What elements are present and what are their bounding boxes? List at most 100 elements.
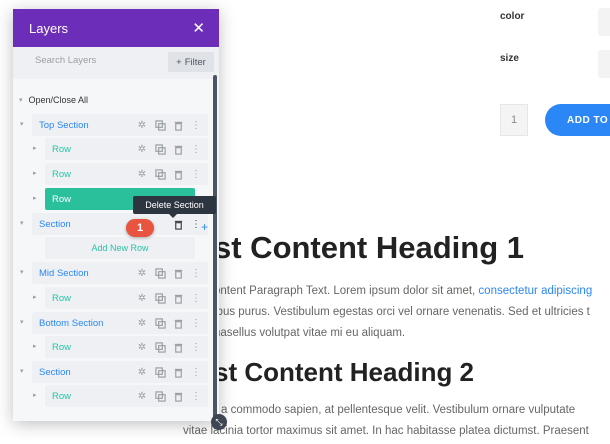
trash-icon[interactable] bbox=[172, 390, 184, 402]
settings-icon[interactable]: ✲ bbox=[136, 292, 148, 304]
trash-icon[interactable] bbox=[172, 292, 184, 304]
more-icon[interactable]: ⋮ bbox=[190, 366, 202, 378]
duplicate-icon[interactable] bbox=[154, 366, 166, 378]
panel-header: Layers ✕ bbox=[13, 9, 219, 47]
caret-down-icon[interactable]: ▾ bbox=[20, 268, 24, 276]
duplicate-icon[interactable] bbox=[154, 390, 166, 402]
settings-icon[interactable]: ✲ bbox=[136, 119, 148, 131]
caret-right-icon[interactable]: ▸ bbox=[33, 391, 37, 399]
more-icon[interactable]: ⋮ bbox=[190, 390, 202, 402]
trash-icon[interactable] bbox=[172, 143, 184, 155]
scrollbar[interactable] bbox=[213, 75, 217, 421]
trash-icon[interactable] bbox=[172, 341, 184, 353]
quantity-input[interactable]: 1 bbox=[500, 104, 528, 136]
post-heading-1: st Content Heading 1 bbox=[214, 230, 525, 265]
step-badge: 1 bbox=[126, 219, 154, 237]
trash-icon[interactable] bbox=[172, 366, 184, 378]
more-icon[interactable]: ⋮ bbox=[190, 143, 202, 155]
settings-icon[interactable]: ✲ bbox=[136, 390, 148, 402]
layer-section[interactable]: Bottom Section ✲ ⋮ bbox=[32, 312, 208, 334]
duplicate-icon[interactable] bbox=[154, 292, 166, 304]
add-to-cart-button[interactable]: ADD TO C bbox=[545, 104, 610, 136]
layer-section[interactable]: Section ✲ ⋮ bbox=[32, 361, 208, 383]
caret-right-icon[interactable]: ▸ bbox=[33, 144, 37, 152]
settings-icon[interactable]: ✲ bbox=[136, 366, 148, 378]
add-icon[interactable]: + bbox=[201, 220, 208, 234]
duplicate-icon[interactable] bbox=[154, 119, 166, 131]
more-icon[interactable]: ⋮ bbox=[190, 317, 202, 329]
settings-icon[interactable]: ✲ bbox=[136, 267, 148, 279]
layer-row[interactable]: Row ✲ ⋮ bbox=[45, 287, 208, 309]
duplicate-icon[interactable] bbox=[154, 143, 166, 155]
layer-label: Row bbox=[52, 341, 72, 353]
layer-label: Top Section bbox=[39, 119, 89, 131]
more-icon[interactable]: ⋮ bbox=[190, 341, 202, 353]
layer-row[interactable]: Row ✲ ⋮ bbox=[45, 138, 208, 160]
layer-label: Section bbox=[39, 366, 71, 378]
resize-handle-icon[interactable]: ⤡ bbox=[211, 414, 227, 430]
caret-right-icon[interactable]: ▸ bbox=[33, 169, 37, 177]
settings-icon[interactable]: ✲ bbox=[136, 168, 148, 180]
color-select[interactable] bbox=[598, 8, 610, 36]
layer-label: Mid Section bbox=[39, 267, 89, 279]
more-icon[interactable]: ⋮ bbox=[190, 119, 202, 131]
trash-icon[interactable] bbox=[172, 317, 184, 329]
paragraph-line: vitae lacinia tortor maximus sit amet. I… bbox=[183, 425, 589, 437]
panel-title: Layers bbox=[29, 20, 69, 36]
paragraph-line: ontent Paragraph Text. Lorem ipsum dolor… bbox=[214, 285, 593, 297]
caret-down-icon[interactable]: ▾ bbox=[20, 367, 24, 375]
size-select[interactable] bbox=[598, 50, 610, 78]
add-new-row-button[interactable]: Add New Row bbox=[45, 237, 195, 259]
layer-row[interactable]: Row ✲ ⋮ bbox=[45, 336, 208, 358]
filter-button[interactable]: + Filter bbox=[168, 52, 214, 72]
layer-label: Row bbox=[52, 390, 72, 402]
layer-label: Row bbox=[52, 143, 72, 155]
settings-icon[interactable]: ✲ bbox=[136, 317, 148, 329]
caret-right-icon[interactable]: ▸ bbox=[33, 293, 37, 301]
more-icon[interactable]: ⋮ bbox=[190, 267, 202, 279]
more-icon[interactable]: ⋮ bbox=[190, 292, 202, 304]
layer-section[interactable]: Top Section ✲ ⋮ bbox=[32, 114, 208, 136]
layer-section[interactable]: Section ⋮ bbox=[32, 213, 208, 235]
plus-icon: + bbox=[176, 56, 182, 68]
filter-label: Filter bbox=[184, 56, 206, 68]
layer-label: Row bbox=[52, 168, 72, 180]
layer-row[interactable]: Row ✲ ⋮ bbox=[45, 163, 208, 185]
paragraph-link[interactable]: consectetur adipiscing bbox=[478, 285, 592, 297]
paragraph-line: ibus purus. Vestibulum egestas orci vel … bbox=[214, 306, 590, 318]
layer-row[interactable]: Row ✲ ⋮ bbox=[45, 385, 208, 407]
settings-icon[interactable]: ✲ bbox=[136, 143, 148, 155]
search-bar: + Filter bbox=[13, 47, 219, 79]
attribute-label-size: size bbox=[500, 53, 519, 64]
open-close-label: Open/Close All bbox=[28, 95, 89, 105]
trash-icon[interactable] bbox=[172, 267, 184, 279]
search-input[interactable] bbox=[33, 54, 157, 67]
duplicate-icon[interactable] bbox=[154, 168, 166, 180]
layer-label: Section bbox=[39, 218, 71, 230]
duplicate-icon[interactable] bbox=[154, 341, 166, 353]
paragraph-line: hasellus volutpat vitae mi eu aliquam. bbox=[214, 327, 406, 339]
close-icon[interactable]: ✕ bbox=[192, 19, 205, 37]
layer-section[interactable]: Mid Section ✲ ⋮ bbox=[32, 262, 208, 284]
caret-down-icon: ▾ bbox=[19, 97, 23, 104]
layers-panel: Layers ✕ + Filter ▾ Open/Close All ▾ Top… bbox=[13, 9, 219, 421]
duplicate-icon[interactable] bbox=[154, 267, 166, 279]
layer-label: Bottom Section bbox=[39, 317, 104, 329]
post-heading-2: st Content Heading 2 bbox=[214, 357, 475, 387]
delete-section-tooltip: Delete Section bbox=[133, 196, 216, 218]
caret-down-icon[interactable]: ▾ bbox=[20, 318, 24, 326]
more-icon[interactable]: ⋮ bbox=[190, 168, 202, 180]
caret-down-icon[interactable]: ▾ bbox=[20, 219, 24, 227]
layer-label: Row bbox=[52, 193, 72, 205]
attribute-label-color: color bbox=[500, 11, 525, 22]
layer-label: Row bbox=[52, 292, 72, 304]
paragraph-line: r a commodo sapien, at pellentesque veli… bbox=[214, 404, 576, 416]
settings-icon[interactable]: ✲ bbox=[136, 341, 148, 353]
trash-icon[interactable] bbox=[172, 119, 184, 131]
open-close-all[interactable]: ▾ Open/Close All bbox=[19, 95, 88, 105]
caret-right-icon[interactable]: ▸ bbox=[33, 342, 37, 350]
caret-down-icon[interactable]: ▾ bbox=[20, 120, 24, 128]
trash-icon[interactable] bbox=[172, 168, 184, 180]
caret-right-icon[interactable]: ▸ bbox=[33, 194, 37, 202]
duplicate-icon[interactable] bbox=[154, 317, 166, 329]
